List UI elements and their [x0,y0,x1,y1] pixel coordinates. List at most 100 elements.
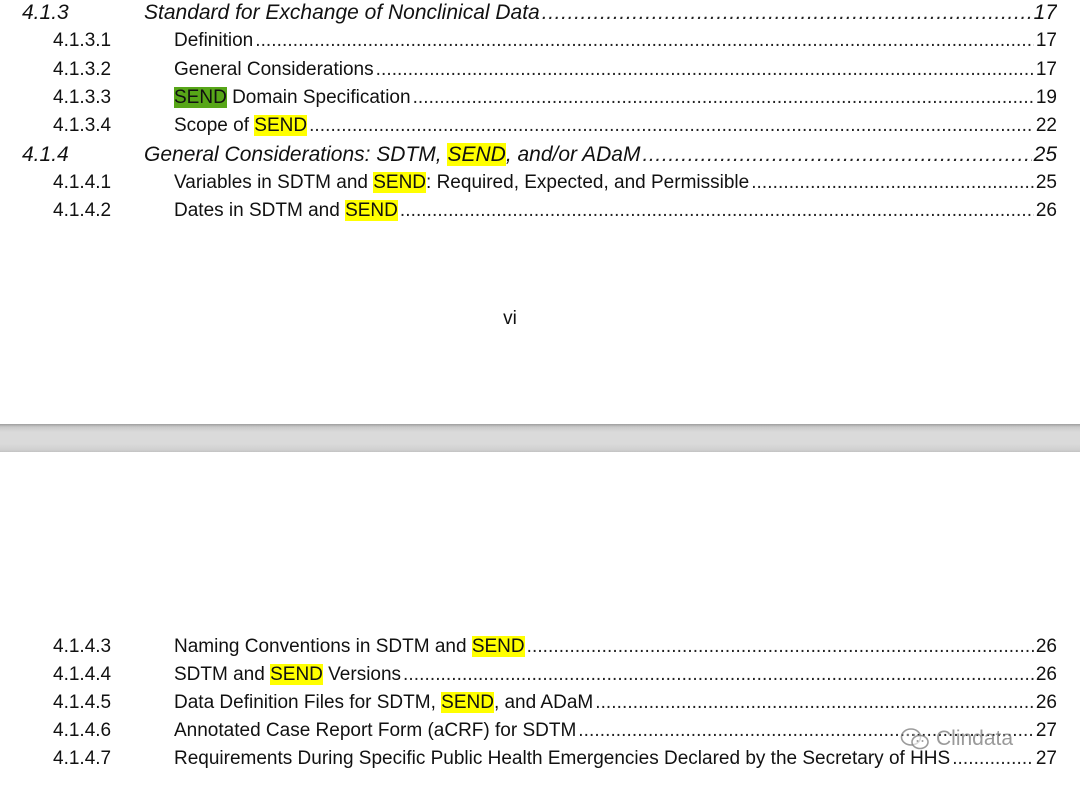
toc-leader-dots [595,690,1034,716]
toc-entry-title: Scope of SEND [174,113,308,139]
wechat-icon [900,728,929,750]
toc-entry-line: Standard for Exchange of Nonclinical Dat… [144,0,1057,26]
document-page-vi: 4.1.3 Standard for Exchange of Nonclinica… [0,0,1080,424]
toc-page-number: 17 [1033,1,1057,24]
toc-page-number: 17 [1035,30,1057,52]
toc-entry-number: 4.1.4.1 [53,171,112,193]
toc-page-number: 26 [1035,692,1057,713]
toc-leader-dots [751,170,1034,196]
search-highlight: SEND [270,664,323,685]
toc-entry-text: , and/or ADaM [505,142,641,166]
toc-entry-text: SDTM and [174,664,271,685]
toc-entry[interactable]: 4.1.4 General Considerations: SDTM, SEND,… [0,142,1080,168]
toc-leader-dots [255,28,1034,54]
toc-entry-title: Requirements During Specific Public Heal… [174,746,950,772]
toc-entry-number: 4.1.3.4 [53,115,112,137]
toc-entry-text: Variables in SDTM and [174,171,374,193]
toc-entry-title: General Considerations: SDTM, SEND, and/… [144,142,640,168]
toc-entry-line: General Considerations: SDTM, SEND, and/… [144,142,1057,168]
toc-entry-text: Versions [322,664,402,685]
toc-page-number: 27 [1035,720,1057,741]
toc-entry-title: Data Definition Files for SDTM, SEND, an… [174,690,593,716]
search-highlight: SEND [254,115,308,137]
toc-entry-number: 4.1.4 [22,142,69,166]
search-highlight: SEND [345,200,398,222]
watermark-text: Clindata [936,727,1014,750]
toc-entry-text: Scope of [174,115,255,137]
toc-entry[interactable]: 4.1.4.4 SDTM and SEND Versions 26 [0,662,1080,688]
toc-page-number: 17 [1035,58,1057,80]
toc-entry-title: General Considerations [174,57,374,83]
toc-entry-text: Data Definition Files for SDTM, [174,692,442,713]
toc-leader-dots [376,57,1034,83]
toc-entry-title: Standard for Exchange of Nonclinical Dat… [144,0,540,26]
toc-page-number: 22 [1035,115,1057,137]
toc-entry[interactable]: 4.1.4.3 Naming Conventions in SDTM and SE… [0,634,1080,660]
toc-entry-title: Dates in SDTM and SEND [174,198,398,224]
toc-entry-text: Standard for Exchange of Nonclinical Dat… [144,1,540,24]
toc-leader-dots [403,662,1034,688]
toc-entry[interactable]: 4.1.4.2 Dates in SDTM and SEND 26 [0,198,1080,224]
toc-leader-dots [542,0,1032,26]
toc-entry-line: General Considerations 17 [174,57,1057,83]
toc-entry[interactable]: 4.1.3.1 Definition 17 [0,28,1080,54]
search-highlight: SEND [471,636,525,657]
toc-entry-line: Data Definition Files for SDTM, SEND, an… [174,690,1057,716]
toc-page-number: 26 [1035,664,1057,685]
search-highlight: SEND [447,142,506,166]
toc-entry[interactable]: 4.1.3.4 Scope of SEND 22 [0,113,1080,139]
toc-entry-title: Variables in SDTM and SEND: Required, Ex… [174,170,749,196]
page-separator [0,424,1080,452]
toc-entry-number: 4.1.4.4 [53,664,112,685]
toc-entry-number: 4.1.3.3 [53,86,112,108]
toc-entry-line: Scope of SEND 22 [174,113,1057,139]
toc-entry[interactable]: 4.1.3.3 SEND Domain Specification 19 [0,85,1080,111]
search-highlight: SEND [373,171,427,193]
toc-entry-line: Naming Conventions in SDTM and SEND 26 [174,634,1057,660]
search-highlight-current: SEND [174,86,227,108]
watermark: Clindata [900,727,1013,751]
toc-page-number: 19 [1035,86,1057,108]
toc-entry-number: 4.1.4.3 [53,636,112,657]
toc-entry-text: Naming Conventions in SDTM and [174,636,472,657]
toc-entry-line: Definition 17 [174,28,1057,54]
toc-entry-line: SEND Domain Specification 19 [174,85,1057,111]
toc-page-number: 27 [1035,748,1057,769]
toc-entry[interactable]: 4.1.3 Standard for Exchange of Nonclinica… [0,0,1080,26]
toc-entry[interactable]: 4.1.4.1 Variables in SDTM and SEND: Requi… [0,170,1080,196]
toc-leader-dots [527,634,1034,660]
toc-entry-number: 4.1.4.7 [53,748,112,769]
toc-entry-line: SDTM and SEND Versions 26 [174,662,1057,688]
toc-page-number: 25 [1035,171,1057,193]
toc-leader-dots [413,85,1034,111]
toc-entry-text: Domain Specification [226,86,411,108]
toc-entry-text: , and ADaM [493,692,594,713]
toc-entry-text: Annotated Case Report Form (aCRF) for SD… [174,720,577,741]
search-highlight: SEND [441,692,494,713]
page-number: vi [503,308,517,329]
toc-entry-text: Requirements During Specific Public Heal… [174,748,951,769]
toc-entry[interactable]: 4.1.4.5 Data Definition Files for SDTM, S… [0,690,1080,716]
toc-entry-line: Dates in SDTM and SEND 26 [174,198,1057,224]
toc-entry-text: : Required, Expected, and Permissible [426,171,750,193]
toc-entry-number: 4.1.3 [22,1,69,24]
toc-entry-number: 4.1.3.1 [53,30,112,52]
toc-leader-dots [400,198,1034,224]
toc-entry-number: 4.1.3.2 [53,58,112,80]
toc-entry-text: General Considerations: SDTM, [144,142,448,166]
toc-entry[interactable]: 4.1.3.2 General Considerations 17 [0,57,1080,83]
toc-entry-line: Variables in SDTM and SEND: Required, Ex… [174,170,1057,196]
toc-page-number: 26 [1035,636,1057,657]
toc-entry-number: 4.1.4.6 [53,720,112,741]
toc-entry-text: Dates in SDTM and [174,200,346,222]
toc-entry-title: SDTM and SEND Versions [174,662,401,688]
toc-page-number: 25 [1033,142,1057,166]
toc-entry-title: Annotated Case Report Form (aCRF) for SD… [174,718,576,744]
toc-entry-text: Definition [174,30,254,52]
toc-entry-title: Definition [174,28,253,54]
toc-entry-text: General Considerations [174,58,374,80]
toc-leader-dots [309,113,1034,139]
toc-page-number: 26 [1035,200,1057,222]
toc-entry-title: Naming Conventions in SDTM and SEND [174,634,525,660]
toc-entry-number: 4.1.4.5 [53,692,112,713]
